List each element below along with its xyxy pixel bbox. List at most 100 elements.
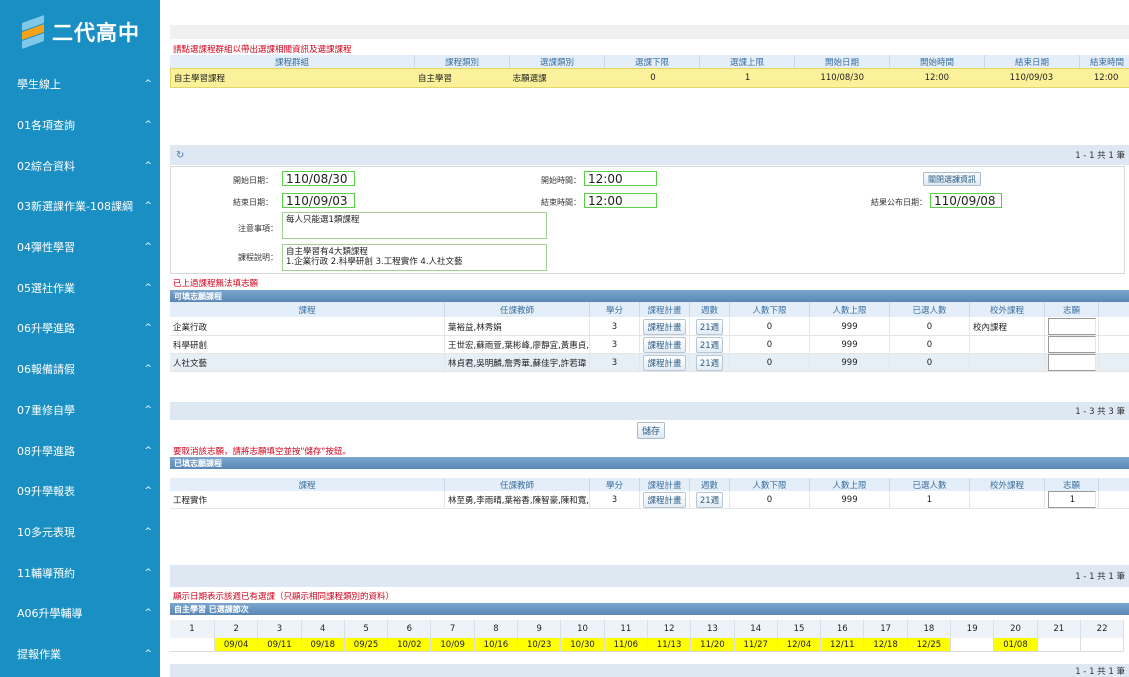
course-plan-button[interactable]: 課程計畫 (643, 318, 686, 335)
week-date: 01/08 (994, 638, 1038, 652)
sidebar-item[interactable]: 04彈性學習 ^ (0, 227, 160, 268)
end-date-field[interactable]: 110/09/03 (282, 193, 355, 208)
course-plan-button[interactable]: 課程計畫 (643, 354, 686, 371)
week-date: 09/11 (258, 638, 302, 652)
sidebar-item[interactable]: 07重修自學 ^ (0, 390, 160, 431)
column-header[interactable]: 課程群組 (170, 55, 415, 68)
week-number: 8 (474, 620, 519, 638)
week-date (1037, 638, 1081, 652)
weeks-button[interactable]: 21週 (695, 318, 724, 335)
column-header[interactable]: 結束時間 (1080, 55, 1129, 68)
sidebar-item[interactable]: 03新選課作業-108課綱 ^ (0, 186, 160, 227)
close-info-button[interactable]: 關閉選課資訊 (923, 172, 981, 186)
publish-date-field[interactable]: 110/09/08 (930, 193, 1002, 208)
column-header[interactable]: 週數 (690, 302, 730, 317)
week-date: 12/11 (821, 638, 865, 652)
table-row[interactable]: 科學研創王世宏,蘇雨萱,葉彬峰,廖靜宜,黃惠貞,李慧芬3課程計畫 21週 09990 (170, 336, 1129, 354)
wish-input[interactable]: 1 (1047, 491, 1096, 508)
external-course (970, 354, 1045, 371)
course-plan-button[interactable]: 課程計畫 (643, 336, 686, 353)
sidebar-item[interactable]: 09升學報表 ^ (0, 471, 160, 512)
sidebar-item[interactable]: 學生線上 ^ (0, 64, 160, 105)
column-header[interactable]: 人數上限 (810, 478, 890, 491)
column-header[interactable]: 結束日期 (985, 55, 1080, 68)
table-row[interactable]: 工程實作林至勇,李雨晴,葉裕香,陳智豪,陳和寬,林涌軒3課程計畫21週09991… (170, 491, 1129, 509)
available-table-header: 課程 任課教師 學分 課程計畫 週數 人數下限 人數上限 已選人數 校外課程 志願 (170, 302, 1129, 317)
chevron-up-icon: ^ (144, 201, 152, 212)
column-header[interactable]: 選課類別 (510, 55, 605, 68)
top-strip (170, 25, 1129, 39)
sidebar-item-label: 05選社作業 (17, 281, 75, 295)
logo[interactable]: 二代高中 (0, 0, 160, 64)
sidebar-item-label: 學生線上 (17, 78, 61, 92)
sidebar-item[interactable]: 08升學進路 ^ (0, 430, 160, 471)
week-number: 4 (301, 620, 345, 638)
course-plan-button[interactable]: 課程計畫 (643, 491, 686, 508)
notes-textarea[interactable]: 每人只能選1類課程 (282, 212, 547, 239)
column-header[interactable]: 任課教師 (445, 478, 590, 491)
column-header[interactable]: 課程計畫 (640, 478, 690, 491)
main-content: 請點選課程群組以帶出選課相關資訊及選課課程 課程群組 課程類別 選課類別 選課下限 選課… (160, 0, 1129, 677)
end-time-field[interactable]: 12:00 (584, 193, 657, 208)
start-time-field[interactable]: 12:00 (584, 171, 657, 186)
sidebar-item[interactable]: 06升學進路 ^ (0, 308, 160, 349)
column-header[interactable]: 課程計畫 (640, 302, 690, 317)
sidebar-item[interactable]: 05選社作業 ^ (0, 267, 160, 308)
wish-input[interactable] (1047, 318, 1096, 335)
column-header[interactable]: 志願 (1045, 302, 1099, 317)
sidebar-item[interactable]: A06升學輔導 ^ (0, 593, 160, 634)
teacher-names: 林貞君,吳明麟,詹秀華,蘇佳宇,許若瑋 (445, 354, 590, 371)
weeks-button[interactable]: 21週 (695, 354, 724, 371)
wish-input[interactable] (1047, 354, 1096, 371)
credit: 3 (590, 354, 640, 371)
column-header[interactable]: 開始日期 (795, 55, 890, 68)
refresh-icon[interactable]: ↻ (176, 150, 184, 161)
selected-count: 1 (890, 491, 970, 508)
column-header[interactable]: 課程 (170, 478, 445, 491)
column-header[interactable]: 選課上限 (700, 55, 795, 68)
sidebar-item-label: A06升學輔導 (17, 607, 83, 621)
start-date-field[interactable]: 110/08/30 (282, 171, 355, 186)
week-number: 9 (518, 620, 562, 638)
week-date (1080, 638, 1125, 652)
column-header[interactable]: 已選人數 (890, 302, 970, 317)
weeks-button[interactable]: 21週 (695, 336, 724, 353)
column-header[interactable]: 選課下限 (605, 55, 700, 68)
week-number: 10 (561, 620, 605, 638)
weeks-button[interactable]: 21週 (695, 491, 724, 508)
sidebar-item[interactable]: 06報備請假 ^ (0, 349, 160, 390)
column-header[interactable]: 任課教師 (445, 302, 590, 317)
sidebar-item[interactable]: 提報作業 ^ (0, 634, 160, 675)
wish-cell: 1 (1045, 491, 1099, 508)
column-header[interactable]: 已選人數 (890, 478, 970, 491)
column-header[interactable]: 學分 (590, 302, 640, 317)
column-header[interactable]: 學分 (590, 478, 640, 491)
column-header[interactable]: 週數 (690, 478, 730, 491)
wish-cell (1045, 318, 1099, 335)
sidebar-item[interactable]: 01各項查詢 ^ (0, 105, 160, 146)
column-header[interactable]: 人數上限 (810, 302, 890, 317)
week-number: 20 (994, 620, 1038, 638)
column-header[interactable]: 開始時間 (890, 55, 985, 68)
wish-input[interactable] (1047, 336, 1096, 353)
column-header[interactable]: 志願 (1045, 478, 1099, 491)
column-header[interactable]: 課程 (170, 302, 445, 317)
schedule-pager: 1 - 1 共 1 筆 (170, 664, 1129, 677)
table-row[interactable]: 企業行政 葉裕益,林秀娟 3 課程計畫 21週 0 999 0 校內課程 (170, 318, 1129, 336)
desc-textarea[interactable]: 自主學習有4大類課程 1.企業行政 2.科學研創 3.工程實作 4.人社文藝 (282, 244, 547, 271)
sidebar-item[interactable]: 10多元表現 ^ (0, 512, 160, 553)
column-header[interactable]: 人數下限 (730, 478, 810, 491)
chevron-up-icon: ^ (144, 567, 152, 578)
column-header[interactable]: 校外課程 (970, 478, 1045, 491)
sidebar-item-label: 08升學進路 (17, 444, 75, 458)
column-header[interactable]: 人數下限 (730, 302, 810, 317)
save-button[interactable]: 儲存 (637, 422, 665, 439)
table-row[interactable]: 自主學習課程 自主學習 志願選課 0 1 110/08/30 12:00 110/09/03 1… (170, 68, 1129, 88)
sidebar-item[interactable]: 02綜合資料 ^ (0, 145, 160, 186)
chevron-up-icon: ^ (144, 120, 152, 131)
sidebar-item[interactable]: 11輔導預約 ^ (0, 552, 160, 593)
column-header[interactable]: 課程類別 (415, 55, 510, 68)
column-header[interactable]: 校外課程 (970, 302, 1045, 317)
course-name: 科學研創 (170, 336, 445, 353)
table-row[interactable]: 人社文藝 林貞君,吳明麟,詹秀華,蘇佳宇,許若瑋 3 課程計畫 21週 0 999 0 (170, 354, 1129, 372)
